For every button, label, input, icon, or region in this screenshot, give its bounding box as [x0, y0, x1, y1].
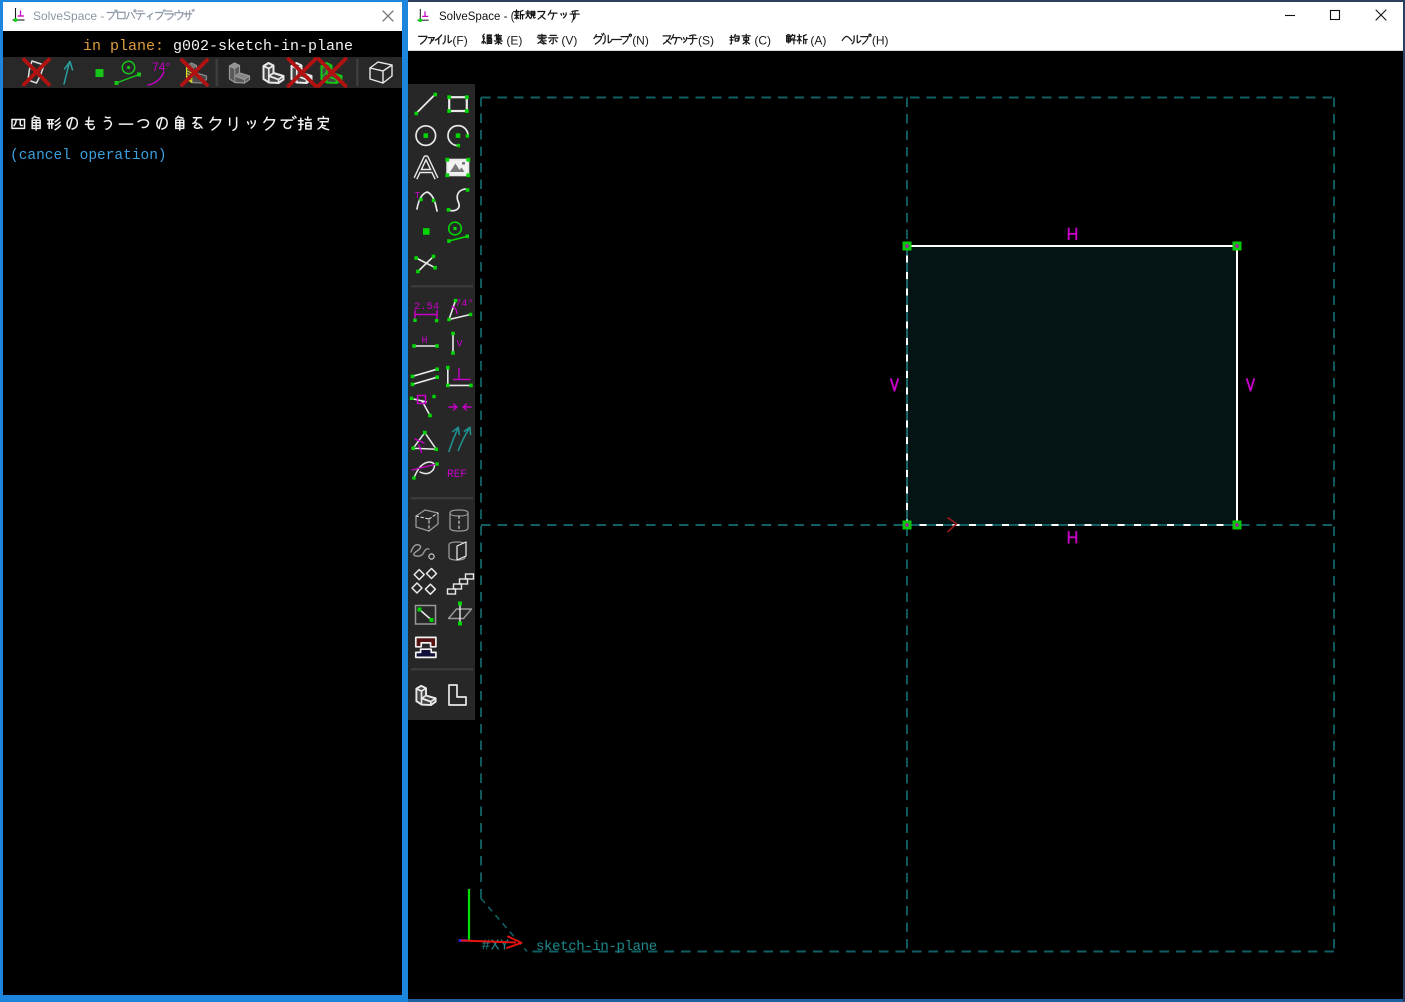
svg-text:(E): (E): [506, 34, 522, 48]
svg-text:2.54: 2.54: [414, 301, 439, 313]
svg-text:(cancel operation): (cancel operation): [10, 148, 167, 164]
svg-text:REF: REF: [447, 469, 467, 481]
svg-text:H: H: [422, 336, 428, 347]
svg-text:(V): (V): [561, 34, 577, 48]
svg-text:(N): (N): [632, 34, 649, 48]
svg-text:): ): [571, 11, 575, 23]
svg-text:(A): (A): [810, 34, 826, 48]
svg-text:(S): (S): [698, 34, 714, 48]
svg-text:74°: 74°: [152, 60, 170, 74]
svg-text:g002-sketch-in-plane: g002-sketch-in-plane: [173, 38, 353, 55]
svg-text:(H): (H): [872, 34, 889, 48]
svg-text:(F): (F): [452, 34, 467, 48]
svg-text:SolveSpace - (: SolveSpace - (: [439, 11, 515, 23]
svg-text:in plane:: in plane:: [83, 38, 164, 55]
svg-text:V: V: [457, 340, 463, 351]
svg-text:sketch-in-plane: sketch-in-plane: [536, 939, 657, 955]
svg-text:74°: 74°: [455, 298, 474, 310]
svg-text:(C): (C): [754, 34, 771, 48]
svg-text:SolveSpace -: SolveSpace -: [33, 9, 104, 23]
